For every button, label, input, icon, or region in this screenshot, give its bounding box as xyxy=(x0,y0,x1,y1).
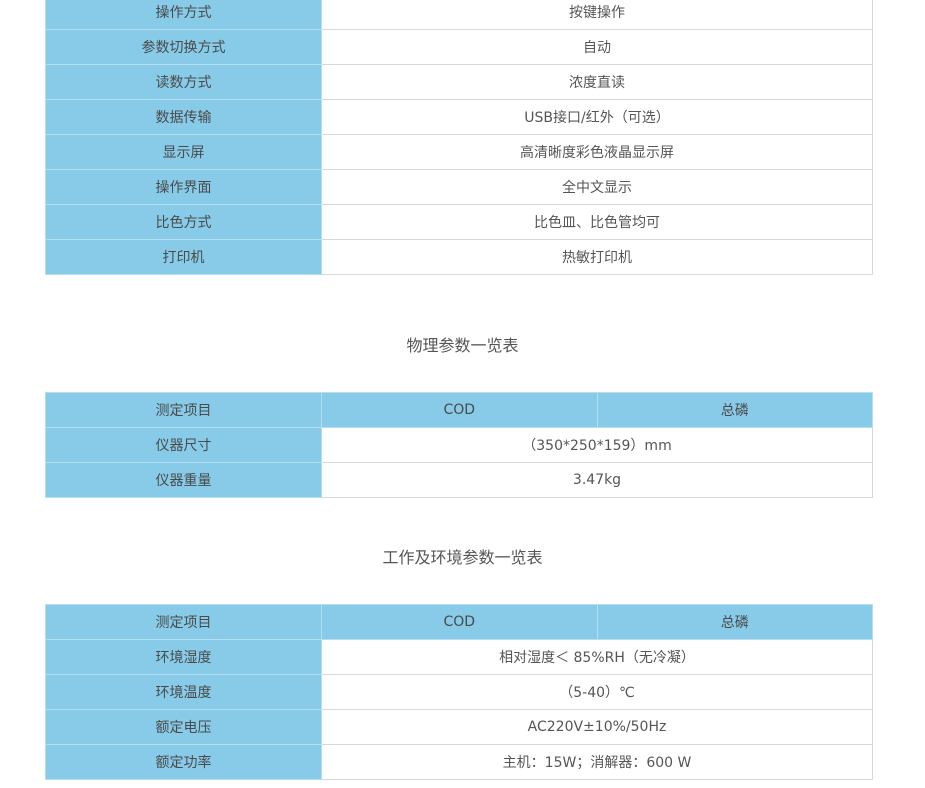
table-row: 额定电压 AC220V±10%/50Hz xyxy=(45,709,873,745)
row-value: 浓度直读 xyxy=(321,64,873,100)
row-label: 仪器尺寸 xyxy=(45,427,322,463)
row-label: 数据传输 xyxy=(45,99,322,135)
header-cell-cod: COD xyxy=(321,604,598,640)
row-value: （5-40）℃ xyxy=(321,674,873,710)
row-value: 热敏打印机 xyxy=(321,239,873,275)
row-label: 参数切换方式 xyxy=(45,29,322,65)
header-label: 测定项目 xyxy=(45,392,322,428)
table-row: 打印机 热敏打印机 xyxy=(45,239,873,275)
row-label: 比色方式 xyxy=(45,204,322,240)
row-label: 打印机 xyxy=(45,239,322,275)
table-row: 仪器重量 3.47kg xyxy=(45,462,873,498)
table-row: 额定功率 主机：15W；消解器：600 W xyxy=(45,744,873,780)
table-row: 仪器尺寸 （350*250*159）mm xyxy=(45,427,873,463)
row-label: 操作界面 xyxy=(45,169,322,205)
row-value: USB接口/红外（可选） xyxy=(321,99,873,135)
physical-params-title: 物理参数一览表 xyxy=(406,336,519,355)
row-value: 全中文显示 xyxy=(321,169,873,205)
table-row: 操作方式 按键操作 xyxy=(45,0,873,30)
row-value: AC220V±10%/50Hz xyxy=(321,709,873,745)
table-row: 读数方式 浓度直读 xyxy=(45,64,873,100)
table-row: 显示屏 高清晰度彩色液晶显示屏 xyxy=(45,134,873,170)
row-value: （350*250*159）mm xyxy=(321,427,873,463)
row-value: 高清晰度彩色液晶显示屏 xyxy=(321,134,873,170)
environment-params-table: 测定项目 COD 总磷 环境湿度 相对湿度＜ 85%RH（无冷凝） 环境温度 （… xyxy=(45,604,873,780)
table-row: 数据传输 USB接口/红外（可选） xyxy=(45,99,873,135)
row-value: 比色皿、比色管均可 xyxy=(321,204,873,240)
table-row: 环境湿度 相对湿度＜ 85%RH（无冷凝） xyxy=(45,639,873,675)
row-label: 仪器重量 xyxy=(45,462,322,498)
row-value: 自动 xyxy=(321,29,873,65)
row-label: 操作方式 xyxy=(45,0,322,30)
table-row: 操作界面 全中文显示 xyxy=(45,169,873,205)
header-label: 测定项目 xyxy=(45,604,322,640)
row-label: 额定电压 xyxy=(45,709,322,745)
table-header-row: 测定项目 COD 总磷 xyxy=(45,392,873,428)
row-label: 显示屏 xyxy=(45,134,322,170)
table-row: 参数切换方式 自动 xyxy=(45,29,873,65)
operation-spec-table: 操作方式 按键操作 参数切换方式 自动 读数方式 浓度直读 数据传输 USB接口… xyxy=(45,0,873,275)
row-value: 主机：15W；消解器：600 W xyxy=(321,744,873,780)
table-row: 环境温度 （5-40）℃ xyxy=(45,674,873,710)
table-header-row: 测定项目 COD 总磷 xyxy=(45,604,873,640)
row-label: 环境温度 xyxy=(45,674,322,710)
row-value: 相对湿度＜ 85%RH（无冷凝） xyxy=(321,639,873,675)
row-value: 按键操作 xyxy=(321,0,873,30)
environment-params-title: 工作及环境参数一览表 xyxy=(382,548,543,567)
row-label: 读数方式 xyxy=(45,64,322,100)
header-cell-total-phosphorus: 总磷 xyxy=(596,392,873,428)
header-cell-total-phosphorus: 总磷 xyxy=(596,604,873,640)
row-label: 额定功率 xyxy=(45,744,322,780)
table-row: 比色方式 比色皿、比色管均可 xyxy=(45,204,873,240)
row-value: 3.47kg xyxy=(321,462,873,498)
header-cell-cod: COD xyxy=(321,392,598,428)
physical-params-table: 测定项目 COD 总磷 仪器尺寸 （350*250*159）mm 仪器重量 3.… xyxy=(45,392,873,498)
row-label: 环境湿度 xyxy=(45,639,322,675)
